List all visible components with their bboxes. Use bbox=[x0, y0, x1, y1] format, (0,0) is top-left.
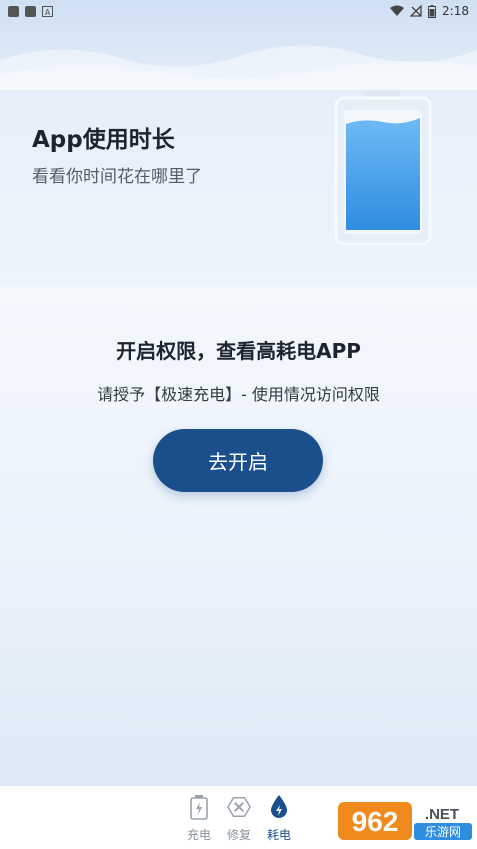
permission-title: 开启权限，查看高耗电APP bbox=[116, 339, 361, 363]
permission-description: 请授予【极速充电】- 使用情况访问权限 bbox=[97, 385, 380, 404]
site-watermark-logo: 962 .NET 乐游网 bbox=[338, 800, 474, 842]
a-notification-icon: A bbox=[42, 5, 53, 17]
hero-banner: App使用时长 看看你时间花在哪里了 bbox=[0, 0, 477, 285]
page-subtitle: 看看你时间花在哪里了 bbox=[32, 167, 202, 187]
battery-illustration bbox=[334, 88, 432, 246]
notification-icon bbox=[8, 5, 19, 17]
tab-repair[interactable]: 修复 bbox=[219, 794, 259, 843]
tab-power-usage[interactable]: 耗电 bbox=[259, 794, 299, 843]
tab-repair-label: 修复 bbox=[226, 828, 251, 842]
wifi-icon bbox=[390, 5, 405, 16]
wave-decoration bbox=[0, 45, 477, 90]
tab-power-usage-label: 耗电 bbox=[266, 828, 291, 842]
battery-charge-icon bbox=[187, 794, 211, 820]
tab-charge[interactable]: 充电 bbox=[179, 794, 219, 843]
enable-permission-button[interactable]: 去开启 bbox=[153, 429, 323, 492]
notification-icons: A bbox=[8, 5, 53, 17]
page-title: App使用时长 bbox=[32, 127, 175, 153]
system-icons: 2:18 bbox=[390, 4, 469, 18]
power-drop-icon bbox=[267, 794, 291, 820]
clock: 2:18 bbox=[442, 4, 469, 18]
notification-icon bbox=[25, 5, 36, 17]
svg-text:乐游网: 乐游网 bbox=[425, 825, 461, 839]
repair-tools-icon bbox=[227, 794, 251, 820]
svg-text:962: 962 bbox=[352, 806, 399, 837]
svg-text:.NET: .NET bbox=[425, 806, 459, 823]
no-signal-icon bbox=[410, 5, 422, 17]
tab-charge-label: 充电 bbox=[186, 828, 211, 842]
battery-icon bbox=[334, 90, 432, 246]
battery-status-icon bbox=[428, 4, 437, 18]
status-bar: A 2:18 bbox=[0, 0, 477, 22]
